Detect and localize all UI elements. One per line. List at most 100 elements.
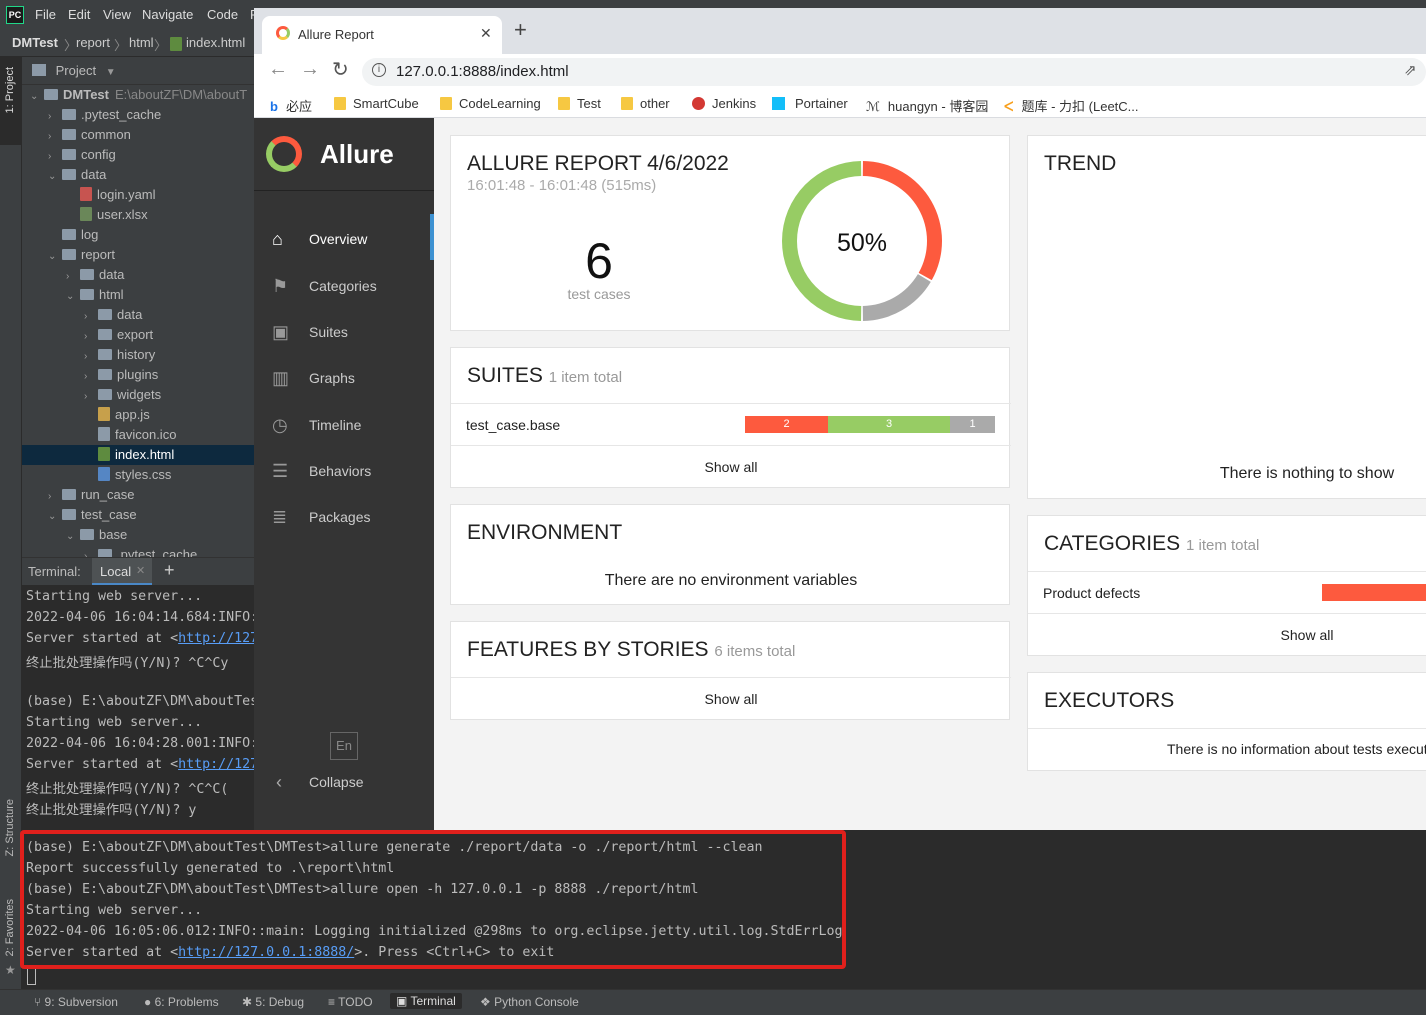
tree-item[interactable]: ⌄ DMTest E:\aboutZF\DM\aboutT [22,85,247,105]
menu-edit[interactable]: Edit [68,7,90,22]
tree-item[interactable]: › history [22,345,155,365]
terminal-output-top[interactable]: Starting web server... 2022-04-06 16:04:1… [22,585,254,830]
problems-tab[interactable]: ● 6: Problems [144,995,219,1009]
tree-item[interactable]: ⌄ html [22,285,124,305]
tree-item[interactable]: › config [22,145,116,165]
nav-categories[interactable]: ⚑ Categories [254,266,434,306]
breadcrumb-html[interactable]: html [129,35,154,50]
tree-item[interactable]: favicon.ico [22,425,176,445]
reload-icon[interactable]: ↻ [332,57,349,82]
back-icon[interactable]: ← [268,58,288,81]
tree-item[interactable]: ⌄ base [22,525,127,545]
language-switch[interactable]: En [330,732,358,760]
tree-item[interactable]: app.js [22,405,150,425]
close-tab-icon[interactable]: ✕ [480,25,492,42]
terminal-link[interactable]: http://127 [178,631,254,646]
nav-overview[interactable]: ⌂ Overview [254,219,434,259]
share-icon[interactable]: ⇗ [1404,61,1417,79]
tree-item[interactable]: › .pytest_cache [22,105,161,125]
browser-tab[interactable]: Allure Report ✕ [262,16,502,54]
chevron-right-icon[interactable]: › [66,267,80,287]
chevron-down-icon[interactable]: ⌄ [48,167,62,187]
todo-tab[interactable]: ≡ TODO [328,995,373,1009]
tree-item[interactable]: › widgets [22,385,161,405]
category-failed-bar[interactable] [1322,584,1426,601]
chevron-right-icon[interactable]: › [48,127,62,147]
bookmark-leetcode[interactable]: ᐸ 题库 - 力扣 (LeetC... [1004,96,1139,115]
suites-show-all[interactable]: Show all [451,459,1011,475]
nav-suites[interactable]: ▣ Suites [254,312,434,352]
chevron-right-icon[interactable]: › [84,307,98,327]
chevron-down-icon[interactable]: ▼ [106,67,116,78]
debug-tab[interactable]: ✱ 5: Debug [242,995,304,1009]
chevron-down-icon[interactable]: ⌄ [66,527,80,547]
breadcrumb-file[interactable]: index.html [186,35,245,50]
chevron-right-icon[interactable]: › [84,327,98,347]
bookmark-other[interactable]: other [621,96,670,111]
bookmark-smartcube[interactable]: SmartCube [334,96,419,111]
terminal-tab[interactable]: ▣ Terminal [390,993,462,1009]
new-tab-icon[interactable]: + [514,17,527,43]
chevron-down-icon[interactable]: ⌄ [48,247,62,267]
chevron-down-icon[interactable]: ⌄ [66,287,80,307]
menu-navigate[interactable]: Navigate [142,7,193,22]
structure-tool-tab[interactable]: Z: Structure [4,799,16,856]
collapse-button[interactable]: Collapse [309,774,363,790]
tree-item[interactable]: › export [22,325,153,345]
favorites-tool-tab[interactable]: 2: Favorites [4,899,16,956]
tree-item[interactable]: login.yaml [22,185,156,205]
tree-item[interactable]: › data [22,305,142,325]
chevron-down-icon[interactable]: ⌄ [48,507,62,527]
bookmark-portainer[interactable]: Portainer [772,96,848,111]
chevron-right-icon[interactable]: › [48,107,62,127]
terminal-tab-local[interactable]: Local [100,564,131,579]
tree-item[interactable]: › data [22,265,124,285]
menu-file[interactable]: File [35,7,56,22]
chevron-right-icon[interactable]: › [84,547,98,557]
suite-status-bar[interactable]: 2 3 1 [745,416,995,433]
tree-item[interactable]: › common [22,125,131,145]
bookmark-cnblogs[interactable]: ℳhuangyn - 博客园 [866,96,988,115]
menu-code[interactable]: Code [207,7,238,22]
nav-behaviors[interactable]: ☰ Behaviors [254,451,434,491]
bookmark-jenkins[interactable]: Jenkins [692,96,756,111]
url-text[interactable]: 127.0.0.1:8888/index.html [396,63,569,80]
chevron-right-icon[interactable]: › [84,347,98,367]
python-console-tab[interactable]: ❖ Python Console [480,995,579,1009]
donut-slice-unknown[interactable] [862,274,931,321]
nav-packages[interactable]: ≣ Packages [254,497,434,537]
tree-item[interactable]: ⌄ test_case [22,505,137,525]
forward-icon[interactable]: → [300,58,320,81]
nav-graphs[interactable]: ▥ Graphs [254,358,434,398]
suite-name[interactable]: test_case.base [466,417,560,433]
tree-item[interactable]: › run_case [22,485,134,505]
project-header-label[interactable]: Project [56,63,96,78]
chevron-right-icon[interactable]: › [48,147,62,167]
address-bar[interactable]: i 127.0.0.1:8888/index.html ⇗ [362,58,1426,86]
donut-slice-failed[interactable] [862,161,942,281]
tree-item[interactable]: user.xlsx [22,205,148,225]
chevron-left-icon[interactable]: ‹ [276,772,282,793]
allure-brand[interactable]: Allure [320,139,394,170]
features-show-all[interactable]: Show all [451,691,1011,707]
info-icon[interactable]: i [372,63,386,77]
category-name[interactable]: Product defects [1043,585,1140,601]
tree-item[interactable]: styles.css [22,465,171,485]
terminal-link[interactable]: http://127 [178,757,254,772]
bookmark-bing[interactable]: b 必应 [270,96,312,115]
tree-item[interactable]: ⌄ data [22,165,106,185]
close-icon[interactable]: ✕ [136,564,145,577]
tree-item[interactable]: log [22,225,98,245]
bookmark-test[interactable]: Test [558,96,601,111]
add-terminal-icon[interactable]: + [164,560,175,581]
chevron-right-icon[interactable]: › [84,387,98,407]
tree-item[interactable]: › plugins [22,365,158,385]
tree-item[interactable]: ⌄ report [22,245,115,265]
breadcrumb-project[interactable]: DMTest [12,35,58,50]
nav-timeline[interactable]: ◷ Timeline [254,405,434,445]
subversion-tab[interactable]: ⑂ 9: Subversion [34,995,118,1009]
chevron-right-icon[interactable]: › [48,487,62,507]
chevron-right-icon[interactable]: › [84,367,98,387]
project-tool-tab[interactable]: 1: Project [4,67,16,113]
tree-item[interactable]: index.html [22,445,254,465]
